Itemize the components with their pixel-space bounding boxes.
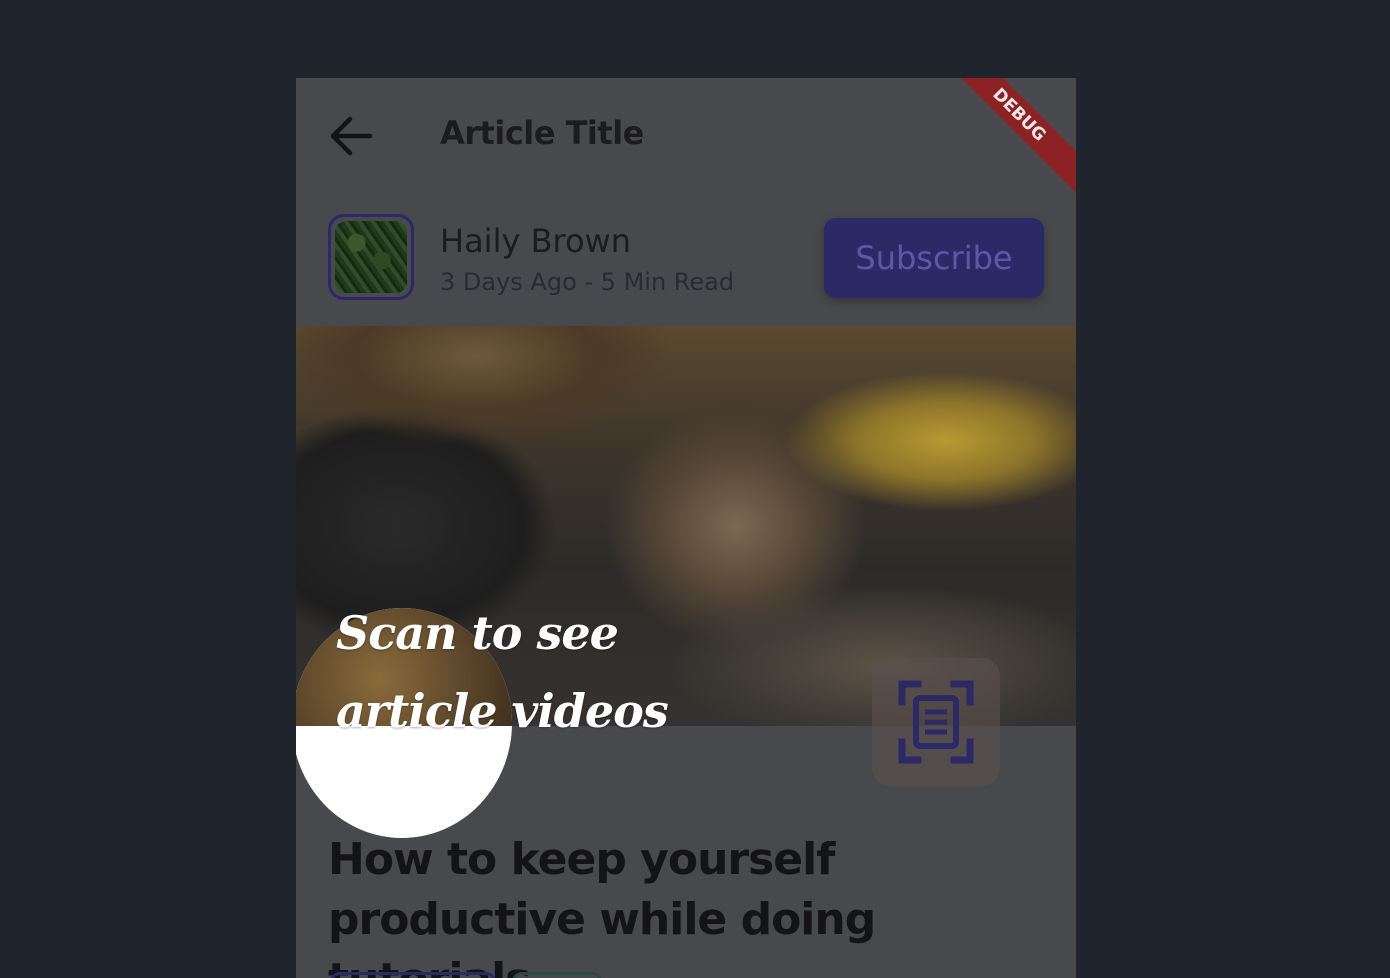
subscribe-button[interactable]: Subscribe [824, 218, 1044, 298]
avatar [335, 221, 407, 293]
category-tag[interactable] [330, 972, 496, 978]
article-title: How to keep yourself productive while do… [328, 834, 876, 978]
category-tag[interactable] [512, 972, 602, 978]
page-title: Article Title [440, 114, 644, 152]
article-meta: 3 Days Ago - 5 Min Read [440, 268, 735, 296]
back-button[interactable] [326, 110, 378, 162]
phone-screen: Article Title DEBUG Haily Brown 3 Days A… [296, 78, 1076, 978]
document-scan-icon [898, 680, 974, 764]
author-avatar-frame[interactable] [328, 214, 414, 300]
arrow-left-icon [330, 116, 373, 156]
scan-button[interactable] [872, 658, 1000, 786]
debug-banner: DEBUG [941, 78, 1076, 193]
scan-hint-text: Scan to see article videos [336, 606, 669, 738]
author-name: Haily Brown [440, 222, 631, 260]
app-bar: Article Title DEBUG [296, 78, 1076, 198]
